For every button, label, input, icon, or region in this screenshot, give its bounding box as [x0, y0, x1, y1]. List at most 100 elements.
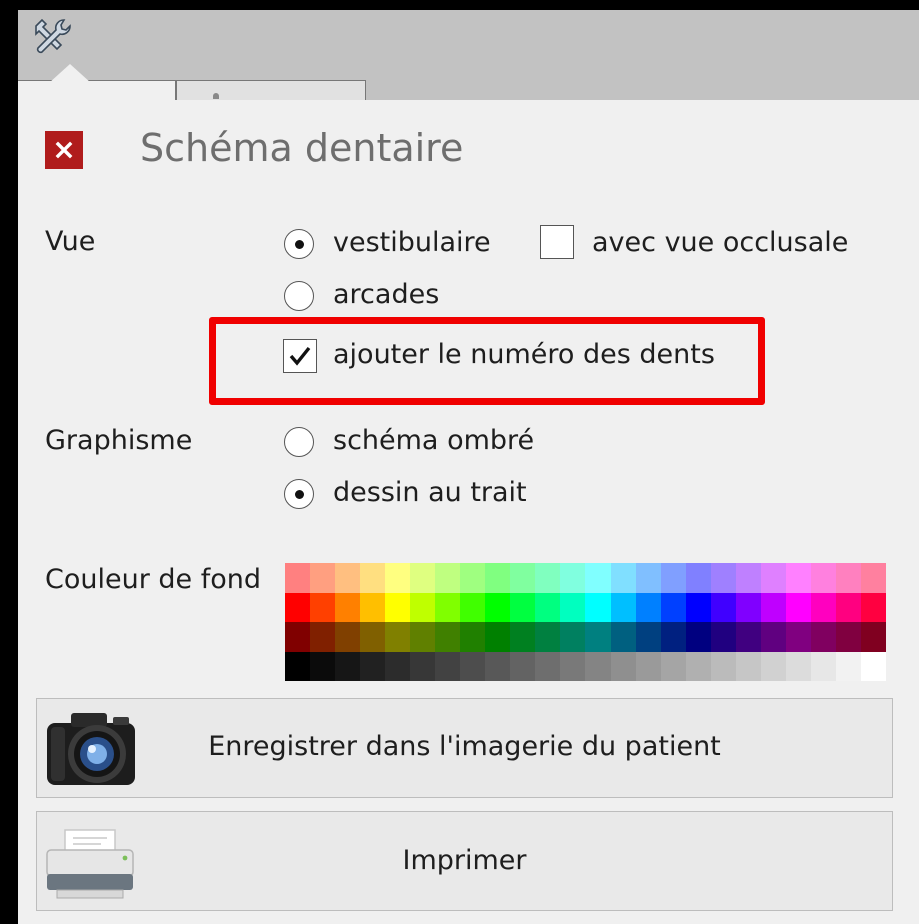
save-to-patient-imaging-button[interactable]: Enregistrer dans l'imagerie du patient: [36, 698, 893, 798]
close-button[interactable]: [45, 131, 83, 169]
color-swatch[interactable]: [860, 592, 886, 622]
color-swatch[interactable]: [360, 651, 386, 681]
color-swatch[interactable]: [485, 592, 511, 622]
color-swatch[interactable]: [710, 563, 736, 593]
color-swatch[interactable]: [760, 651, 786, 681]
radio-dessin-trait-label[interactable]: dessin au trait: [333, 477, 527, 508]
color-swatch[interactable]: [460, 563, 486, 593]
color-swatch[interactable]: [785, 592, 811, 622]
color-swatch[interactable]: [385, 622, 411, 652]
checkbox-tooth-numbers[interactable]: [283, 339, 317, 373]
color-swatch[interactable]: [560, 592, 586, 622]
color-swatch[interactable]: [510, 563, 536, 593]
color-swatch[interactable]: [385, 592, 411, 622]
color-swatch[interactable]: [810, 622, 836, 652]
radio-dessin-trait[interactable]: [284, 479, 314, 509]
radio-schema-ombre-label[interactable]: schéma ombré: [333, 425, 534, 456]
color-swatch[interactable]: [785, 622, 811, 652]
color-swatch[interactable]: [360, 592, 386, 622]
color-swatch[interactable]: [685, 592, 711, 622]
color-swatch[interactable]: [310, 622, 336, 652]
color-swatch[interactable]: [435, 563, 461, 593]
tools-icon[interactable]: [28, 14, 76, 62]
color-swatch[interactable]: [585, 622, 611, 652]
checkbox-tooth-numbers-label[interactable]: ajouter le numéro des dents: [333, 339, 715, 370]
color-swatch[interactable]: [835, 563, 861, 593]
color-swatch[interactable]: [410, 651, 436, 681]
color-swatch[interactable]: [385, 563, 411, 593]
color-swatch[interactable]: [435, 592, 461, 622]
color-swatch[interactable]: [535, 622, 561, 652]
color-swatch[interactable]: [610, 651, 636, 681]
tab-secondary[interactable]: [176, 80, 366, 102]
color-swatch[interactable]: [785, 563, 811, 593]
radio-vestibulaire-label[interactable]: vestibulaire: [333, 227, 491, 258]
color-swatch[interactable]: [460, 592, 486, 622]
color-swatch[interactable]: [585, 592, 611, 622]
color-swatch[interactable]: [535, 592, 561, 622]
color-swatch[interactable]: [410, 563, 436, 593]
color-swatch[interactable]: [335, 622, 361, 652]
color-swatch[interactable]: [285, 563, 311, 593]
color-swatch[interactable]: [760, 622, 786, 652]
color-swatch[interactable]: [635, 651, 661, 681]
color-swatch[interactable]: [635, 563, 661, 593]
color-swatch[interactable]: [535, 651, 561, 681]
color-swatch[interactable]: [310, 651, 336, 681]
color-swatch[interactable]: [610, 592, 636, 622]
color-swatch[interactable]: [710, 651, 736, 681]
color-swatch[interactable]: [660, 622, 686, 652]
color-swatch[interactable]: [560, 651, 586, 681]
color-swatch[interactable]: [685, 563, 711, 593]
color-swatch[interactable]: [610, 622, 636, 652]
color-swatch[interactable]: [585, 651, 611, 681]
checkbox-occlusal[interactable]: [540, 225, 574, 259]
color-swatch[interactable]: [360, 622, 386, 652]
radio-schema-ombre[interactable]: [284, 427, 314, 457]
color-swatch[interactable]: [485, 651, 511, 681]
color-swatch[interactable]: [610, 563, 636, 593]
color-swatch[interactable]: [710, 592, 736, 622]
radio-arcades[interactable]: [284, 281, 314, 311]
color-swatch[interactable]: [310, 592, 336, 622]
color-swatch[interactable]: [360, 563, 386, 593]
color-swatch[interactable]: [385, 651, 411, 681]
color-swatch[interactable]: [860, 563, 886, 593]
color-swatch[interactable]: [535, 563, 561, 593]
color-swatch[interactable]: [285, 592, 311, 622]
checkbox-occlusal-label[interactable]: avec vue occlusale: [592, 227, 848, 258]
color-swatch[interactable]: [560, 622, 586, 652]
print-button[interactable]: Imprimer: [36, 811, 893, 911]
color-swatch[interactable]: [435, 651, 461, 681]
color-swatch[interactable]: [660, 563, 686, 593]
color-swatch[interactable]: [660, 651, 686, 681]
color-swatch[interactable]: [810, 651, 836, 681]
color-swatch[interactable]: [735, 651, 761, 681]
color-swatch[interactable]: [835, 622, 861, 652]
color-swatch[interactable]: [735, 622, 761, 652]
color-swatch[interactable]: [335, 563, 361, 593]
color-swatch[interactable]: [860, 651, 886, 681]
color-swatch[interactable]: [685, 622, 711, 652]
color-swatch[interactable]: [310, 563, 336, 593]
color-swatch[interactable]: [810, 592, 836, 622]
color-swatch[interactable]: [485, 563, 511, 593]
color-swatch[interactable]: [335, 651, 361, 681]
color-swatch[interactable]: [285, 622, 311, 652]
color-swatch[interactable]: [835, 592, 861, 622]
color-swatch[interactable]: [410, 622, 436, 652]
color-swatch[interactable]: [435, 622, 461, 652]
color-swatch[interactable]: [410, 592, 436, 622]
color-swatch[interactable]: [710, 622, 736, 652]
radio-arcades-label[interactable]: arcades: [333, 279, 439, 310]
color-swatch[interactable]: [635, 592, 661, 622]
color-swatch[interactable]: [510, 651, 536, 681]
color-swatch[interactable]: [460, 622, 486, 652]
color-swatch[interactable]: [460, 651, 486, 681]
color-swatch[interactable]: [285, 651, 311, 681]
color-swatch[interactable]: [635, 622, 661, 652]
color-swatch[interactable]: [785, 651, 811, 681]
color-swatch[interactable]: [335, 592, 361, 622]
color-swatch[interactable]: [760, 563, 786, 593]
color-swatch[interactable]: [685, 651, 711, 681]
